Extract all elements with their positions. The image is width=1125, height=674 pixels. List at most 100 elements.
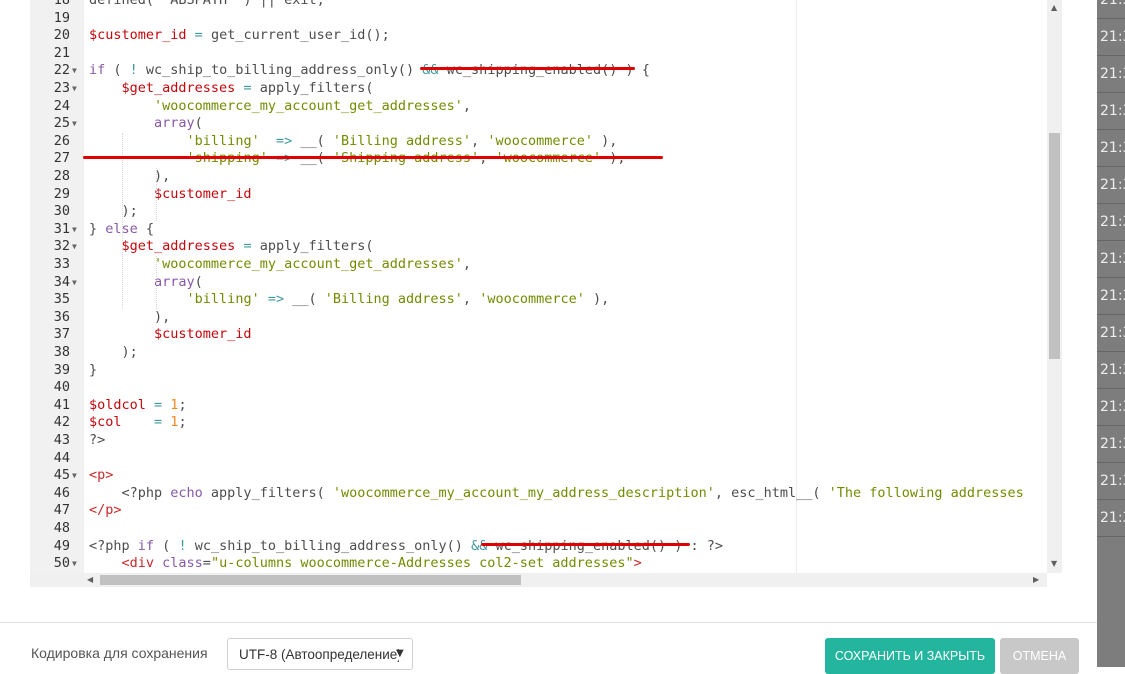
horizontal-scrollbar[interactable]: ◀ ▶: [30, 573, 1047, 587]
code-line[interactable]: 35 'billing' => __( 'Billing address', '…: [30, 291, 1047, 309]
code-line[interactable]: 48: [30, 520, 1047, 538]
code-token: 'woocommerce': [479, 291, 585, 307]
code-token: wc_ship_to_billing_address_only(): [138, 62, 422, 78]
code-token: ),: [89, 309, 170, 325]
code-line[interactable]: 30 );: [30, 203, 1047, 221]
code-line[interactable]: 39}: [30, 362, 1047, 380]
line-number: 45: [30, 467, 70, 485]
code-token: array: [154, 274, 195, 290]
code-line[interactable]: 29 $customer_id: [30, 186, 1047, 204]
code-text: $customer_id = get_current_user_id();: [89, 27, 390, 45]
code-line[interactable]: 45▼<p>: [30, 467, 1047, 485]
cancel-button[interactable]: Отмена: [1000, 638, 1079, 674]
history-timestamp: 21:3: [1097, 389, 1125, 426]
fold-arrow-icon[interactable]: ▼: [72, 238, 82, 256]
code-line[interactable]: 22▼if ( ! wc_ship_to_billing_address_onl…: [30, 62, 1047, 80]
code-line[interactable]: 50▼ <div class="u-columns woocommerce-Ad…: [30, 555, 1047, 573]
code-line[interactable]: 34▼ array(: [30, 274, 1047, 292]
line-number: 42: [30, 414, 70, 432]
line-number: 27: [30, 150, 70, 168]
code-line[interactable]: 21: [30, 45, 1047, 63]
code-token: !: [178, 538, 186, 554]
code-text: $oldcol = 1;: [89, 397, 187, 415]
scroll-right-arrow-icon[interactable]: ▶: [1033, 575, 1039, 585]
history-timestamp: 21:3: [1097, 463, 1125, 500]
code-line[interactable]: 27 'shipping' => __( 'Shipping address',…: [30, 150, 1047, 168]
history-timestamp: 21:3: [1097, 278, 1125, 315]
code-line[interactable]: 44: [30, 450, 1047, 468]
code-token: <?php: [89, 485, 170, 501]
fold-arrow-icon[interactable]: ▼: [72, 274, 82, 292]
scroll-left-arrow-icon[interactable]: ◀: [87, 575, 93, 585]
code-line[interactable]: 46 <?php echo apply_filters( 'woocommerc…: [30, 485, 1047, 503]
code-text: $customer_id: [89, 326, 252, 344]
code-line[interactable]: 36 ),: [30, 309, 1047, 327]
line-number: 49: [30, 538, 70, 556]
code-token: 'Billing address': [333, 133, 471, 149]
code-area[interactable]: 18defined( 'ABSPATH' ) || exit;1920$cust…: [30, 0, 1047, 573]
code-token: 'The following addresses: [829, 485, 1024, 501]
code-line[interactable]: 47</p>: [30, 502, 1047, 520]
code-token: get_current_user_id();: [211, 27, 390, 43]
code-line[interactable]: 25▼ array(: [30, 115, 1047, 133]
code-editor[interactable]: 18defined( 'ABSPATH' ) || exit;1920$cust…: [30, 0, 1047, 587]
code-line[interactable]: 26 'billing' => __( 'Billing address', '…: [30, 133, 1047, 151]
code-line[interactable]: 24 'woocommerce_my_account_get_addresses…: [30, 98, 1047, 116]
history-timestamp: 21:3: [1097, 19, 1125, 56]
code-token: $customer_id: [154, 186, 252, 202]
strike-mark-line-49: [481, 543, 690, 546]
code-line[interactable]: 18defined( 'ABSPATH' ) || exit;: [30, 0, 1047, 10]
line-number: 32: [30, 238, 70, 256]
code-text: array(: [89, 115, 203, 133]
code-line[interactable]: 23▼ $get_addresses = apply_filters(: [30, 80, 1047, 98]
fold-arrow-icon[interactable]: ▼: [72, 555, 82, 573]
encoding-select[interactable]: UTF-8 (Автоопределение) ▼: [227, 638, 413, 670]
code-token: [89, 326, 154, 342]
line-number: 37: [30, 326, 70, 344]
chevron-down-icon: ▼: [396, 648, 404, 659]
line-number: 39: [30, 362, 70, 380]
code-token: __(: [292, 133, 333, 149]
vertical-scroll-thumb[interactable]: [1049, 133, 1060, 359]
code-line[interactable]: 43?>: [30, 432, 1047, 450]
code-line[interactable]: 20$customer_id = get_current_user_id();: [30, 27, 1047, 45]
vertical-scrollbar[interactable]: ▲ ▼: [1047, 0, 1062, 573]
fold-arrow-icon[interactable]: ▼: [72, 467, 82, 485]
code-line[interactable]: 31▼} else {: [30, 221, 1047, 239]
scroll-up-arrow-icon[interactable]: ▲: [1051, 3, 1057, 13]
code-token: apply_filters(: [260, 80, 374, 96]
fold-arrow-icon[interactable]: ▼: [72, 62, 82, 80]
code-line[interactable]: 38 );: [30, 344, 1047, 362]
line-number: 33: [30, 256, 70, 274]
horizontal-scroll-thumb[interactable]: [100, 575, 521, 585]
code-text: array(: [89, 274, 203, 292]
line-number: 29: [30, 186, 70, 204]
fold-arrow-icon[interactable]: ▼: [72, 80, 82, 98]
code-line[interactable]: 28 ),: [30, 168, 1047, 186]
code-line[interactable]: 19: [30, 10, 1047, 28]
code-text: ),: [89, 168, 170, 186]
history-timestamp: 21:3: [1097, 167, 1125, 204]
code-line[interactable]: 32▼ $get_addresses = apply_filters(: [30, 238, 1047, 256]
code-line[interactable]: 37 $customer_id: [30, 326, 1047, 344]
code-line[interactable]: 40: [30, 379, 1047, 397]
code-token: apply_filters(: [203, 485, 333, 501]
code-text: 'woocommerce_my_account_get_addresses',: [89, 98, 471, 116]
code-line[interactable]: 41 $oldcol = 1;: [30, 397, 1047, 415]
code-token: }: [89, 362, 97, 378]
line-number: 50: [30, 555, 70, 573]
line-number: 34: [30, 274, 70, 292]
save-and-close-button[interactable]: Сохранить и закрыть: [825, 638, 995, 674]
fold-arrow-icon[interactable]: ▼: [72, 115, 82, 133]
code-token: );: [89, 344, 138, 360]
line-number: 41: [30, 397, 70, 415]
code-token: >: [634, 555, 642, 571]
scroll-down-arrow-icon[interactable]: ▼: [1051, 559, 1057, 569]
code-line[interactable]: 49<?php if ( ! wc_ship_to_billing_addres…: [30, 538, 1047, 556]
line-number: 23: [30, 80, 70, 98]
code-line[interactable]: 42$col = 1;: [30, 414, 1047, 432]
code-token: array: [154, 115, 195, 131]
line-number: 24: [30, 98, 70, 116]
fold-arrow-icon[interactable]: ▼: [72, 221, 82, 239]
code-line[interactable]: 33 'woocommerce_my_account_get_addresses…: [30, 256, 1047, 274]
